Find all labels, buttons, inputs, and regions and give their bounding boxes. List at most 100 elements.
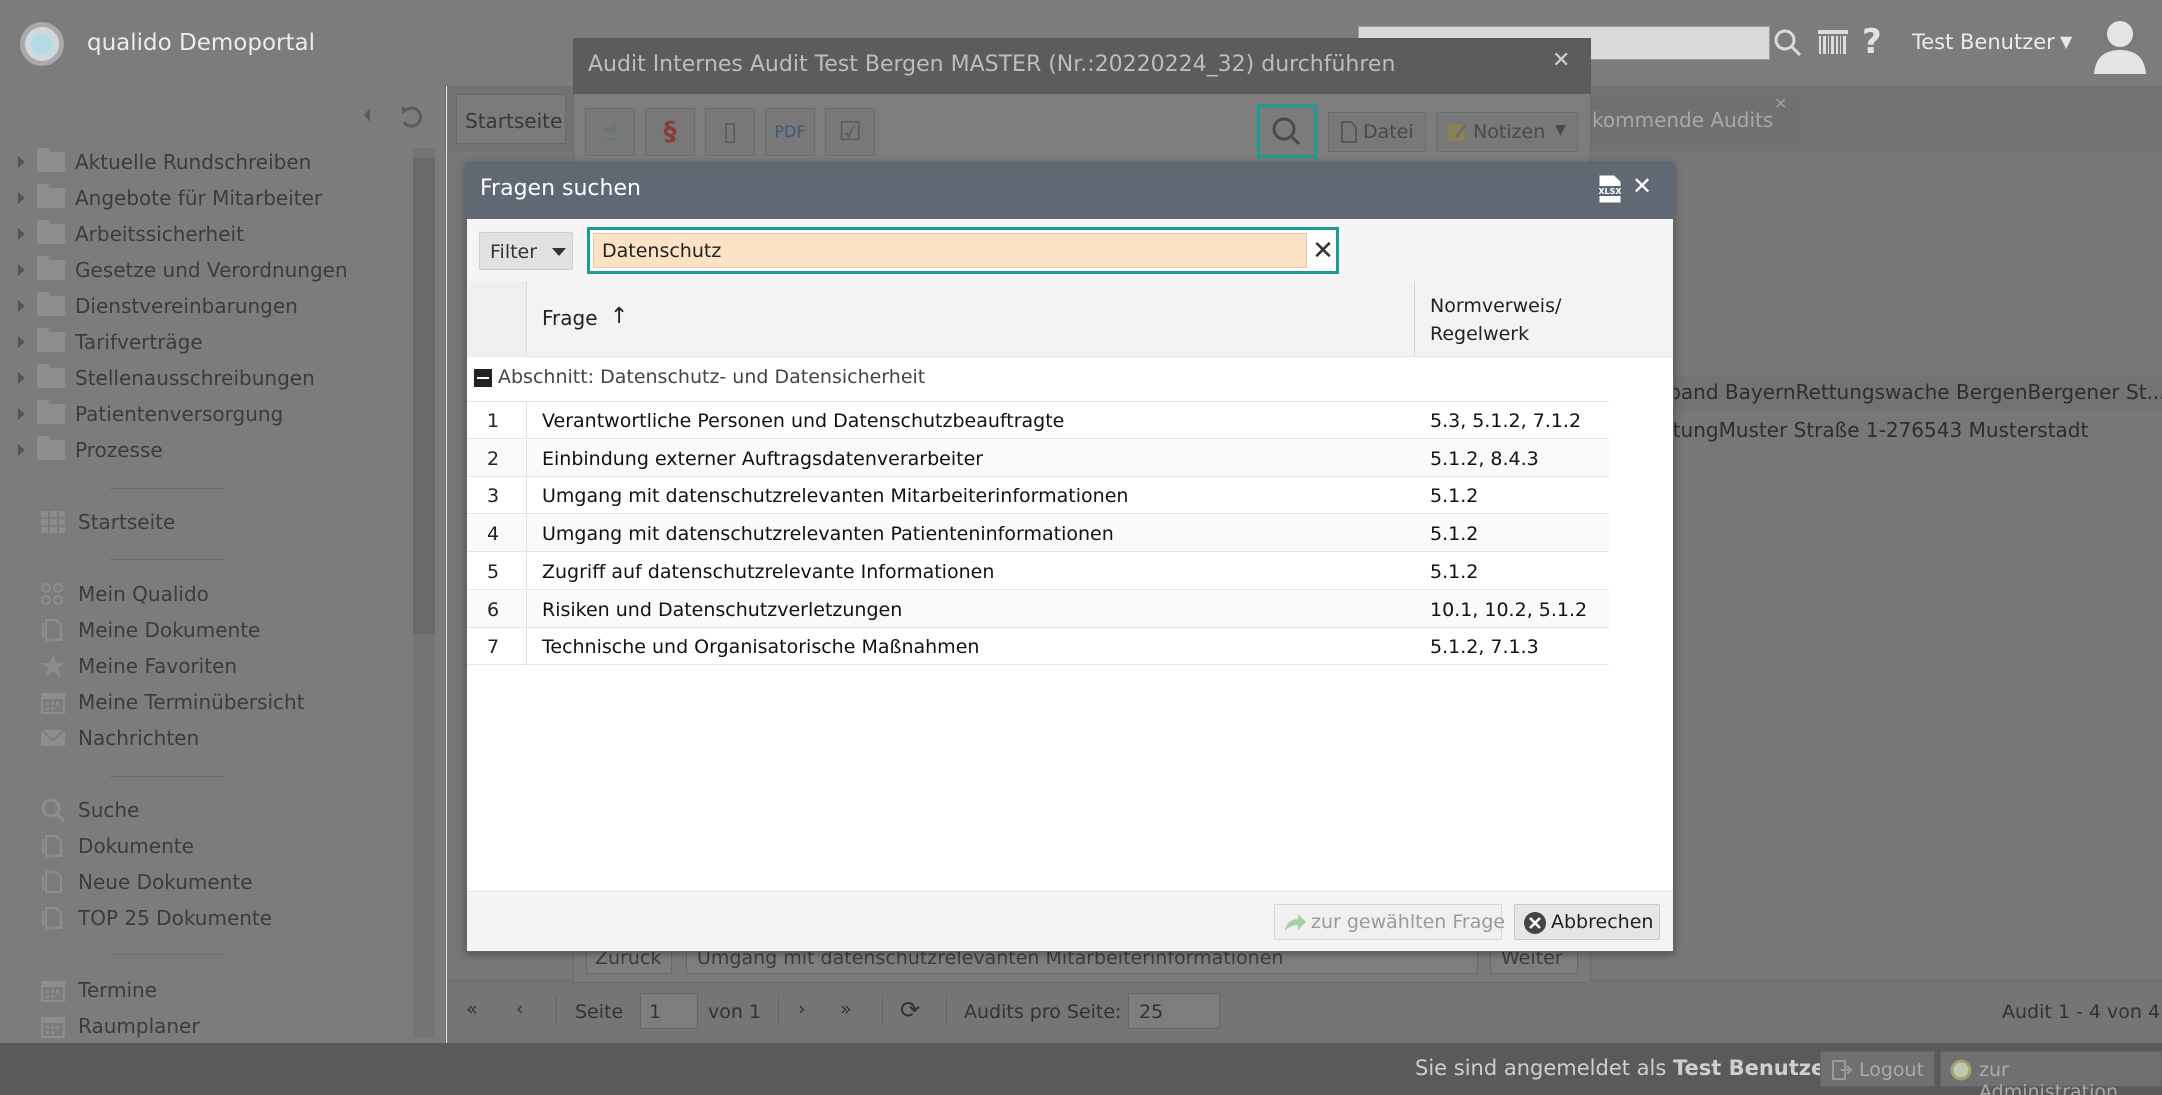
user-avatar-icon[interactable] <box>2090 14 2150 74</box>
column-header-frage[interactable]: Frage <box>542 306 598 330</box>
star-icon <box>41 655 65 677</box>
sidebar-folder-item[interactable]: Dienstvereinbarungen <box>18 291 298 321</box>
filter-dropdown-button[interactable]: Filter <box>479 232 573 270</box>
sidebar-folder-item[interactable]: Patientenversorgung <box>18 399 283 429</box>
tab-startseite[interactable]: Startseite <box>456 94 566 144</box>
sidebar-nav-item[interactable]: Suche <box>40 795 139 825</box>
question-result-row[interactable]: 1 Verantwortliche Personen und Datenschut… <box>467 402 1609 439</box>
sidebar-folder-item[interactable]: Tarifverträge <box>18 327 203 357</box>
question-search-input[interactable] <box>593 233 1307 268</box>
sidebar-folder-item[interactable]: Gesetze und Verordnungen <box>18 255 348 285</box>
expand-triangle-icon[interactable] <box>18 372 25 384</box>
sidebar-collapse-icon[interactable] <box>360 100 430 130</box>
question-result-row[interactable]: 3 Umgang mit datenschutzrelevanten Mitarb… <box>467 477 1609 515</box>
folder-icon <box>37 364 65 388</box>
sidebar-nav-item[interactable]: Termine <box>40 975 157 1005</box>
hand-pointer-icon[interactable]: ☝ <box>585 108 635 156</box>
search-questions-button[interactable] <box>1257 104 1317 158</box>
help-icon[interactable]: ? <box>1862 22 1882 62</box>
sidebar-nav-label: Meine Dokumente <box>78 618 261 642</box>
excel-export-icon[interactable]: XLSX <box>1596 174 1624 204</box>
sidebar-nav-item[interactable]: Dokumente <box>40 831 194 861</box>
user-menu-name[interactable]: Test Benutzer <box>1912 30 2055 54</box>
sidebar-nav-item[interactable]: Mein Qualido <box>40 579 209 609</box>
sidebar-nav-item[interactable]: Nachrichten <box>40 723 199 753</box>
logout-button[interactable]: Logout <box>1820 1051 1936 1087</box>
sort-ascending-icon[interactable]: ↑ <box>610 304 628 329</box>
logout-label: Logout <box>1859 1059 1925 1081</box>
question-result-row[interactable]: 5 Zugriff auf datenschutzrelevante Inform… <box>467 552 1609 590</box>
pager-bar <box>447 980 2162 1043</box>
refresh-icon[interactable]: ⟳ <box>900 996 920 1024</box>
prev-page-icon[interactable]: ‹ <box>516 998 524 1020</box>
admin-button[interactable]: zur Administration <box>1940 1051 2162 1095</box>
page-number-input[interactable]: 1 <box>640 993 698 1029</box>
column-header-norm-line1: Normverweis/ <box>1430 295 1562 317</box>
per-page-label: Audits pro Seite: <box>964 1001 1122 1023</box>
sidebar-scroll-thumb[interactable] <box>413 158 435 634</box>
question-result-row[interactable]: 7 Technische und Organisatorische Maßnahm… <box>467 628 1609 666</box>
first-page-icon[interactable]: « <box>466 998 478 1020</box>
barcode-icon[interactable] <box>1818 30 1848 54</box>
calendar-icon <box>41 981 65 1002</box>
close-icon[interactable]: ✕ <box>1552 48 1570 73</box>
sidebar-item-startseite[interactable]: Startseite <box>40 507 175 537</box>
sidebar-folder-item[interactable]: Angebote für Mitarbeiter <box>18 183 322 213</box>
sidebar-nav-item[interactable]: Raumplaner <box>40 1011 200 1041</box>
sidebar-folder-item[interactable]: Stellenausschreibungen <box>18 363 315 393</box>
pdf-icon[interactable]: PDF <box>765 108 815 156</box>
question-result-row[interactable]: 6 Risiken und Datenschutzverletzungen 10.1… <box>467 590 1609 628</box>
document-icon[interactable]: ▯ <box>705 108 755 156</box>
expand-triangle-icon[interactable] <box>18 336 25 348</box>
next-page-icon[interactable]: › <box>798 998 806 1020</box>
question-result-row[interactable]: 4 Umgang mit datenschutzrelevanten Patien… <box>467 515 1609 553</box>
sidebar-nav-label: TOP 25 Dokumente <box>78 906 273 930</box>
row-index: 3 <box>487 485 500 508</box>
checklist-icon[interactable]: ☑ <box>825 108 875 156</box>
pager-summary: Audit 1 - 4 von 4 <box>2002 1001 2161 1023</box>
divider <box>946 996 947 1026</box>
file-button[interactable]: Datei <box>1328 112 1426 152</box>
expand-triangle-icon[interactable] <box>18 228 25 240</box>
clear-search-icon[interactable]: ✕ <box>1310 234 1336 268</box>
chevron-down-icon[interactable]: ▼ <box>2060 32 2072 51</box>
close-icon[interactable]: ✕ <box>1632 172 1652 200</box>
column-divider[interactable] <box>1414 281 1415 357</box>
paragraph-icon[interactable]: § <box>645 108 695 156</box>
tab-kommende-audits[interactable]: kommende Audits <box>1574 96 1800 142</box>
expand-triangle-icon[interactable] <box>18 192 25 204</box>
sidebar-folder-item[interactable]: Prozesse <box>18 435 163 465</box>
notes-button[interactable]: Notizen ▼ <box>1436 112 1578 152</box>
last-page-icon[interactable]: » <box>840 998 852 1020</box>
sidebar-folder-item[interactable]: Aktuelle Rundschreiben <box>18 147 311 177</box>
expand-triangle-icon[interactable] <box>18 300 25 312</box>
column-header-normverweis[interactable]: Normverweis/ Regelwerk <box>1430 292 1590 348</box>
search-icon[interactable] <box>1772 28 1804 58</box>
sidebar-nav-item[interactable]: Meine Dokumente <box>40 615 260 645</box>
per-page-select[interactable]: 25 <box>1128 993 1220 1029</box>
expand-triangle-icon[interactable] <box>18 264 25 276</box>
expand-triangle-icon[interactable] <box>18 156 25 168</box>
expand-triangle-icon[interactable] <box>18 408 25 420</box>
sidebar-nav-item[interactable]: Meine Favoriten <box>40 651 237 681</box>
sidebar-folder-item[interactable]: Arbeitssicherheit <box>18 219 244 249</box>
column-divider <box>526 590 527 628</box>
close-icon[interactable]: ✕ <box>1774 94 1787 113</box>
portal-name: qualido Demoportal <box>87 30 316 56</box>
sidebar-nav-label: Dokumente <box>78 834 194 858</box>
cancel-button[interactable]: Abbrechen <box>1514 904 1660 940</box>
sidebar-nav-item[interactable]: Meine Terminübersicht <box>40 687 305 717</box>
sidebar-nav-label: Raumplaner <box>78 1014 200 1038</box>
sidebar-nav-item[interactable]: Neue Dokumente <box>40 867 253 897</box>
mein-qualido-icon <box>41 583 63 605</box>
sidebar-nav-label: Suche <box>78 798 140 822</box>
envelope-icon <box>40 729 66 746</box>
qualido-logo-icon[interactable] <box>20 22 64 66</box>
row-index: 1 <box>487 410 500 432</box>
expand-triangle-icon[interactable] <box>18 444 25 456</box>
sidebar-nav-item[interactable]: TOP 25 Dokumente <box>40 903 272 933</box>
collapse-group-icon[interactable] <box>474 369 492 387</box>
goto-selected-question-button[interactable]: zur gewählten Frage <box>1274 904 1505 940</box>
logged-in-info: Sie sind angemeldet als Test Benutzer <box>1415 1056 1836 1080</box>
question-result-row[interactable]: 2 Einbindung externer Auftragsdatenverarb… <box>467 439 1609 477</box>
